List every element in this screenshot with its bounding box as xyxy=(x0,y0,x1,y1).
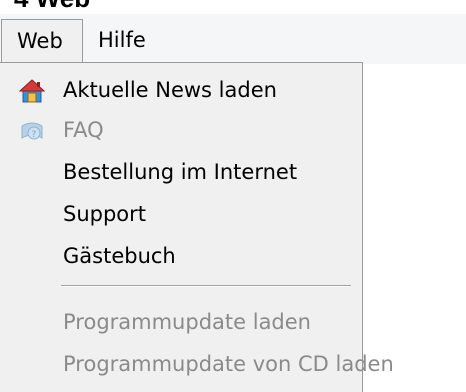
menu-item-label: Bestellung im Internet xyxy=(63,160,298,184)
menu-item-faq[interactable]: ? FAQ xyxy=(0,109,362,151)
menu-item-label: Programmupdate laden xyxy=(63,310,311,334)
menu-item-support[interactable]: Support xyxy=(0,193,362,235)
menu-item-label: Aktuelle News laden xyxy=(63,78,277,102)
web-dropdown-menu: Aktuelle News laden ? FAQ Bestellung im … xyxy=(0,62,394,392)
menu-item-label: FAQ xyxy=(63,118,104,142)
menu-separator xyxy=(61,285,351,287)
home-icon xyxy=(19,79,45,103)
menu-item-programmupdate[interactable]: Programmupdate laden xyxy=(0,301,362,343)
menu-item-gaestebuch[interactable]: Gästebuch xyxy=(0,235,362,277)
menu-item-bestellung[interactable]: Bestellung im Internet xyxy=(0,151,362,193)
menu-web[interactable]: Web xyxy=(1,19,83,62)
menu-item-label: Support xyxy=(63,202,147,226)
page-heading: 4 Web xyxy=(14,0,90,13)
menu-hilfe[interactable]: Hilfe xyxy=(98,19,178,62)
help-icon: ? xyxy=(21,122,43,140)
svg-text:?: ? xyxy=(32,130,37,140)
menu-item-aktuelle-news[interactable]: Aktuelle News laden xyxy=(0,69,362,111)
menu-item-label: Gästebuch xyxy=(63,244,176,268)
